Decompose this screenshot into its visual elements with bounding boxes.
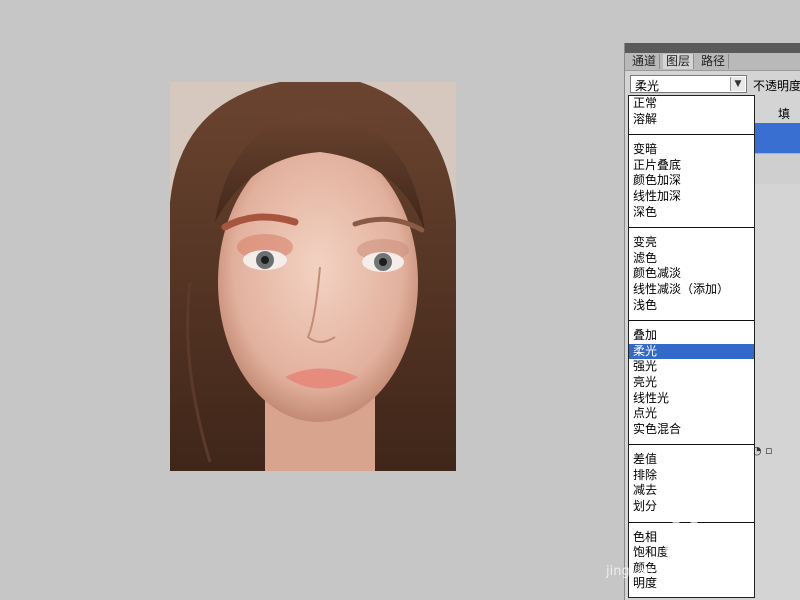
blend-mode-list[interactable]: 正常 溶解变暗 正片叠底 颜色加深 线性加深 深色变亮 滤色 颜色减淡 线性减淡（添加） 浅色叠加… bbox=[628, 95, 755, 598]
list-separator bbox=[629, 227, 754, 229]
blend-mode-item[interactable]: 线性减淡（添加） bbox=[629, 282, 754, 298]
blend-mode-item[interactable]: 点光 bbox=[629, 406, 754, 422]
blend-mode-item[interactable]: 颜色减淡 bbox=[629, 266, 754, 282]
layer-row-selected[interactable] bbox=[753, 123, 800, 153]
blend-mode-item[interactable]: 深色 bbox=[629, 205, 754, 221]
blend-mode-item[interactable]: 浅色 bbox=[629, 298, 754, 314]
opacity-label: 不透明度 bbox=[753, 79, 800, 93]
blend-mode-value: 柔光 bbox=[635, 79, 660, 93]
layer-row[interactable] bbox=[753, 153, 800, 184]
blend-mode-item[interactable]: 排除 bbox=[629, 468, 754, 484]
blend-mode-item[interactable]: 强光 bbox=[629, 359, 754, 375]
blend-mode-item[interactable]: 溶解 bbox=[629, 112, 754, 128]
panel-tabs: 通道 图层 路径 bbox=[625, 53, 800, 71]
blend-mode-select[interactable]: 柔光 ▼ bbox=[630, 75, 747, 93]
blend-mode-item[interactable]: 线性加深 bbox=[629, 189, 754, 205]
blend-mode-item[interactable]: 变暗 bbox=[629, 142, 754, 158]
list-separator bbox=[629, 521, 754, 523]
portrait-image bbox=[170, 82, 456, 471]
blend-mode-item[interactable]: 减去 bbox=[629, 483, 754, 499]
blend-mode-item[interactable]: 亮光 bbox=[629, 375, 754, 391]
watermark-text: 经验 bbox=[676, 540, 721, 565]
panel-title-bar[interactable] bbox=[625, 43, 800, 53]
blend-mode-item[interactable]: 正片叠底 bbox=[629, 158, 754, 174]
tab-layers[interactable]: 图层 bbox=[663, 54, 695, 69]
blend-mode-item[interactable]: 正常 bbox=[629, 96, 754, 112]
blend-mode-item[interactable]: 线性光 bbox=[629, 391, 754, 407]
blend-mode-item[interactable]: 实色混合 bbox=[629, 422, 754, 438]
tab-paths[interactable]: 路径 bbox=[698, 54, 730, 69]
blend-mode-item[interactable]: 差值 bbox=[629, 452, 754, 468]
chevron-down-icon[interactable]: ▼ bbox=[730, 77, 745, 91]
watermark-url: jingyan.baidu.com bbox=[606, 564, 726, 579]
list-separator bbox=[629, 444, 754, 446]
list-separator bbox=[629, 320, 754, 322]
blend-mode-item[interactable]: 滤色 bbox=[629, 251, 754, 267]
blend-mode-item[interactable]: 划分 bbox=[629, 499, 754, 515]
panel-footer-icons[interactable]: ◔ ▫ bbox=[752, 444, 773, 457]
blend-mode-item[interactable]: 柔光 bbox=[629, 343, 754, 360]
list-separator bbox=[629, 134, 754, 136]
tab-channels[interactable]: 通道 bbox=[629, 54, 661, 69]
canvas-photo[interactable] bbox=[170, 82, 456, 471]
blend-mode-item[interactable]: 颜色加深 bbox=[629, 173, 754, 189]
blend-mode-item[interactable]: 叠加 bbox=[629, 328, 754, 344]
blend-mode-item[interactable]: 变亮 bbox=[629, 235, 754, 251]
